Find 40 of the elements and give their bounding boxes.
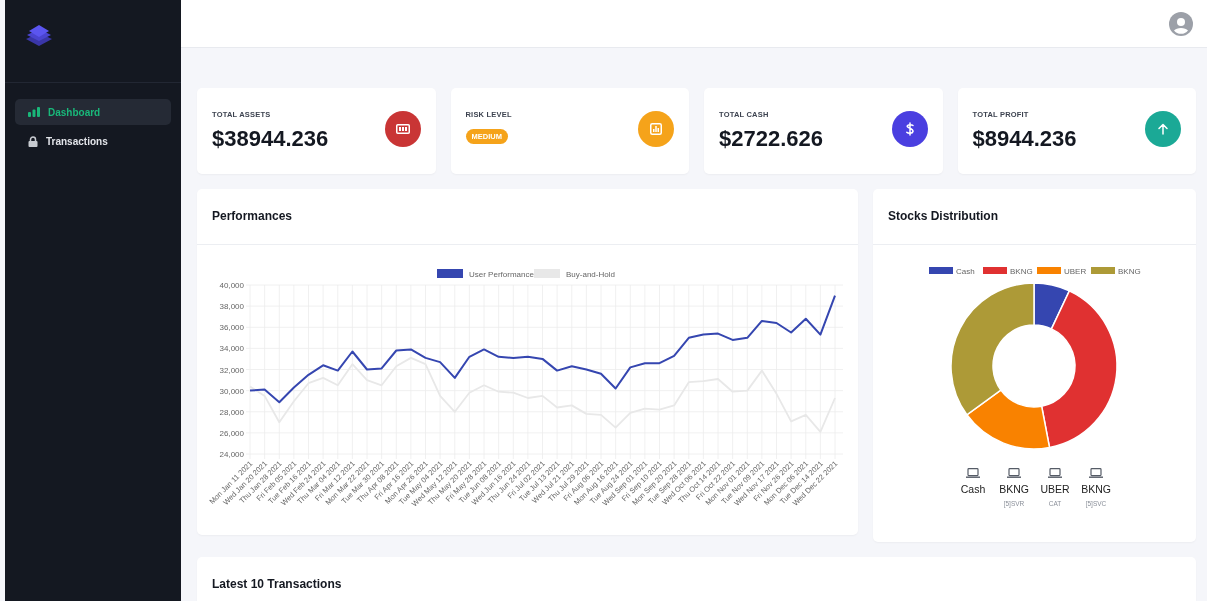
stat-value: $8944.236 bbox=[972, 126, 1077, 152]
y-tick-label: 32,000 bbox=[219, 365, 244, 375]
laptop-icon bbox=[1089, 468, 1103, 478]
legend-label: BKNG bbox=[1010, 267, 1033, 276]
y-tick-label: 30,000 bbox=[219, 386, 244, 396]
user-avatar-icon[interactable] bbox=[1169, 11, 1193, 36]
holding-name: BKNG bbox=[999, 483, 1029, 495]
stat-value: $38944.236 bbox=[212, 126, 329, 152]
legend-swatch bbox=[1037, 267, 1061, 274]
layers-logo-icon bbox=[25, 25, 53, 47]
y-tick-label: 26,000 bbox=[219, 428, 244, 438]
legend-label: UBER bbox=[1064, 267, 1087, 276]
legend-label: Cash bbox=[956, 267, 975, 276]
card-title: Stocks Distribution bbox=[873, 189, 1196, 245]
y-tick-label: 24,000 bbox=[219, 450, 244, 459]
holding-name: Cash bbox=[960, 483, 986, 495]
lock-icon bbox=[28, 135, 38, 147]
laptop-icon bbox=[966, 468, 980, 478]
bar-chart-icon bbox=[28, 107, 40, 117]
laptop-icon bbox=[1048, 468, 1062, 478]
y-tick-label: 38,000 bbox=[219, 302, 244, 312]
stat-value: $2722.626 bbox=[719, 126, 823, 152]
legend-swatch bbox=[1091, 267, 1115, 274]
card-title: Performances bbox=[197, 189, 858, 245]
laptop-icon bbox=[1007, 468, 1021, 478]
card-title: Latest 10 Transactions bbox=[211, 576, 343, 593]
y-tick-label: 36,000 bbox=[219, 323, 244, 333]
legend-swatch bbox=[437, 269, 463, 278]
y-tick-label: 34,000 bbox=[219, 344, 244, 354]
sidebar-item[interactable]: Dashboard bbox=[15, 99, 171, 125]
legend-label: Buy-and-Hold bbox=[566, 270, 615, 279]
sidebar-item[interactable]: Transactions bbox=[15, 128, 171, 154]
y-tick-label: 40,000 bbox=[219, 281, 244, 290]
holding-name: UBER bbox=[1040, 483, 1070, 495]
holding-name: BKNG bbox=[1081, 483, 1111, 495]
legend-swatch bbox=[983, 267, 1007, 274]
legend-swatch bbox=[929, 267, 953, 274]
legend-label: User Performance bbox=[469, 270, 534, 279]
legend-label: BKNG bbox=[1118, 267, 1141, 276]
y-tick-label: 28,000 bbox=[219, 407, 244, 417]
